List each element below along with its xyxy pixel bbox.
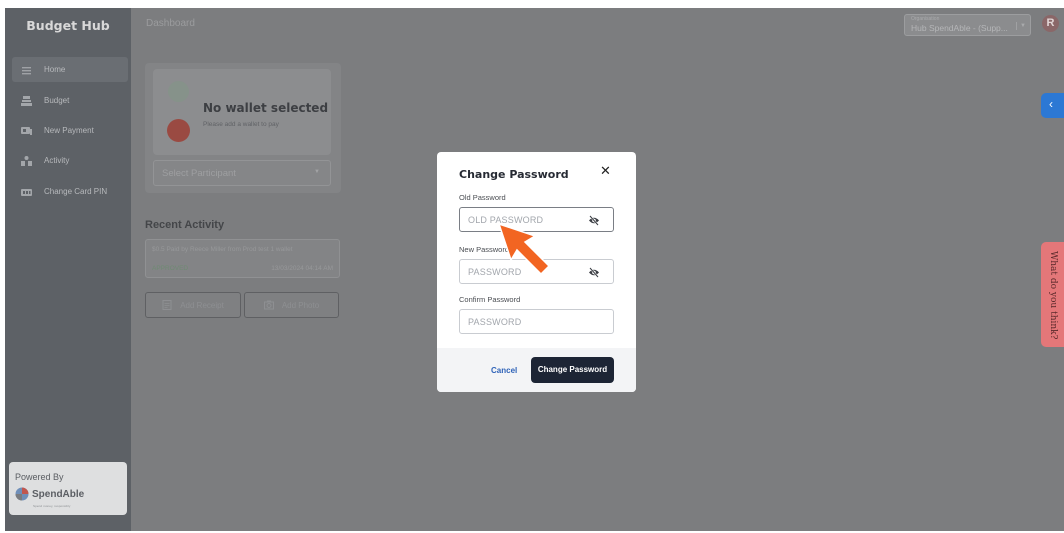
collapse-panel-tab[interactable]: ‹: [1041, 93, 1064, 118]
close-icon[interactable]: ✕: [600, 163, 611, 179]
chevron-left-icon: ‹: [1049, 97, 1053, 111]
feedback-tab-label: What do you think?: [1048, 251, 1058, 340]
organisation-select[interactable]: Organisation Hub SpendAble - (Supp... ▼: [904, 14, 1031, 36]
breadcrumb[interactable]: Dashboard: [146, 18, 195, 29]
recent-activity-title: Recent Activity: [145, 219, 225, 231]
add-photo-label: Add Photo: [281, 300, 320, 310]
logo-text: SpendAble: [32, 488, 85, 500]
sidebar-item-label: Budget: [44, 96, 70, 105]
spendable-logo: SpendAble: [15, 487, 84, 501]
eye-slash-icon[interactable]: [588, 215, 600, 226]
budget-icon: [21, 95, 32, 106]
wallet-red-dot: [167, 119, 190, 142]
receipt-icon: [162, 300, 172, 310]
cancel-button[interactable]: Cancel: [491, 366, 517, 375]
logo-tagline: Spend money, responsibly: [33, 504, 71, 508]
pin-icon: [21, 187, 32, 197]
powered-by-card: Powered By SpendAble Spend money, respon…: [9, 462, 127, 515]
sidebar-item-label: Change Card PIN: [44, 187, 108, 196]
sidebar-item-new-payment[interactable]: New Payment: [12, 118, 128, 143]
sidebar-item-home[interactable]: Home: [12, 57, 128, 82]
home-icon: [21, 65, 32, 75]
sidebar-item-label: New Payment: [44, 126, 94, 135]
sidebar-item-budget[interactable]: Budget: [12, 88, 128, 113]
confirm-password-field[interactable]: PASSWORD: [459, 309, 614, 334]
old-password-label: Old Password: [459, 193, 506, 202]
add-photo-button[interactable]: Add Photo: [244, 292, 339, 318]
activity-timestamp: 13/03/2024 04:14 AM: [271, 265, 333, 272]
avatar[interactable]: R: [1042, 15, 1059, 32]
modal-title: Change Password: [459, 168, 569, 181]
participant-select[interactable]: Select Participant ▼: [153, 160, 331, 186]
chevron-down-icon: ▼: [314, 169, 320, 175]
eye-slash-icon[interactable]: [588, 267, 600, 278]
activity-description: $0.5 Paid by Reece Miller from Prod test…: [152, 246, 293, 253]
wallet-subtitle: Please add a wallet to pay: [203, 121, 279, 128]
activity-item[interactable]: $0.5 Paid by Reece Miller from Prod test…: [145, 239, 340, 278]
wallet-card: No wallet selected Please add a wallet t…: [145, 63, 341, 193]
add-receipt-label: Add Receipt: [180, 300, 224, 310]
change-password-button[interactable]: Change Password: [531, 357, 614, 383]
wallet-panel: No wallet selected Please add a wallet t…: [153, 69, 331, 155]
confirm-password-label: Confirm Password: [459, 295, 521, 304]
app-brand: Budget Hub: [26, 18, 110, 33]
sidebar-item-label: Home: [44, 65, 66, 74]
sidebar-item-activity[interactable]: Activity: [12, 148, 128, 173]
activity-icon: [21, 155, 32, 166]
modal-footer: Cancel Change Password: [437, 348, 636, 392]
sidebar: Budget Hub Home Budget New Payment Activ…: [5, 8, 131, 531]
status-badge: APPROVED: [152, 265, 189, 272]
participant-placeholder: Select Participant: [162, 168, 236, 179]
powered-by-label: Powered By: [15, 472, 64, 482]
wallet-title: No wallet selected: [203, 101, 329, 115]
payment-icon: [21, 126, 32, 136]
pointer-arrow-icon: [497, 222, 551, 276]
organisation-label: Organisation: [911, 16, 940, 22]
camera-icon: [263, 300, 274, 310]
add-receipt-button[interactable]: Add Receipt: [145, 292, 241, 318]
sidebar-item-label: Activity: [44, 156, 70, 165]
top-border: [0, 0, 1064, 8]
organisation-value: Hub SpendAble - (Supp...: [911, 23, 1008, 33]
chevron-down-icon: ▼: [1016, 22, 1026, 30]
wallet-green-dot: [168, 81, 189, 102]
feedback-tab[interactable]: What do you think?: [1041, 242, 1064, 347]
sidebar-item-change-card-pin[interactable]: Change Card PIN: [12, 179, 128, 204]
spendable-logo-icon: [15, 487, 29, 501]
confirm-password-placeholder: PASSWORD: [468, 317, 522, 327]
